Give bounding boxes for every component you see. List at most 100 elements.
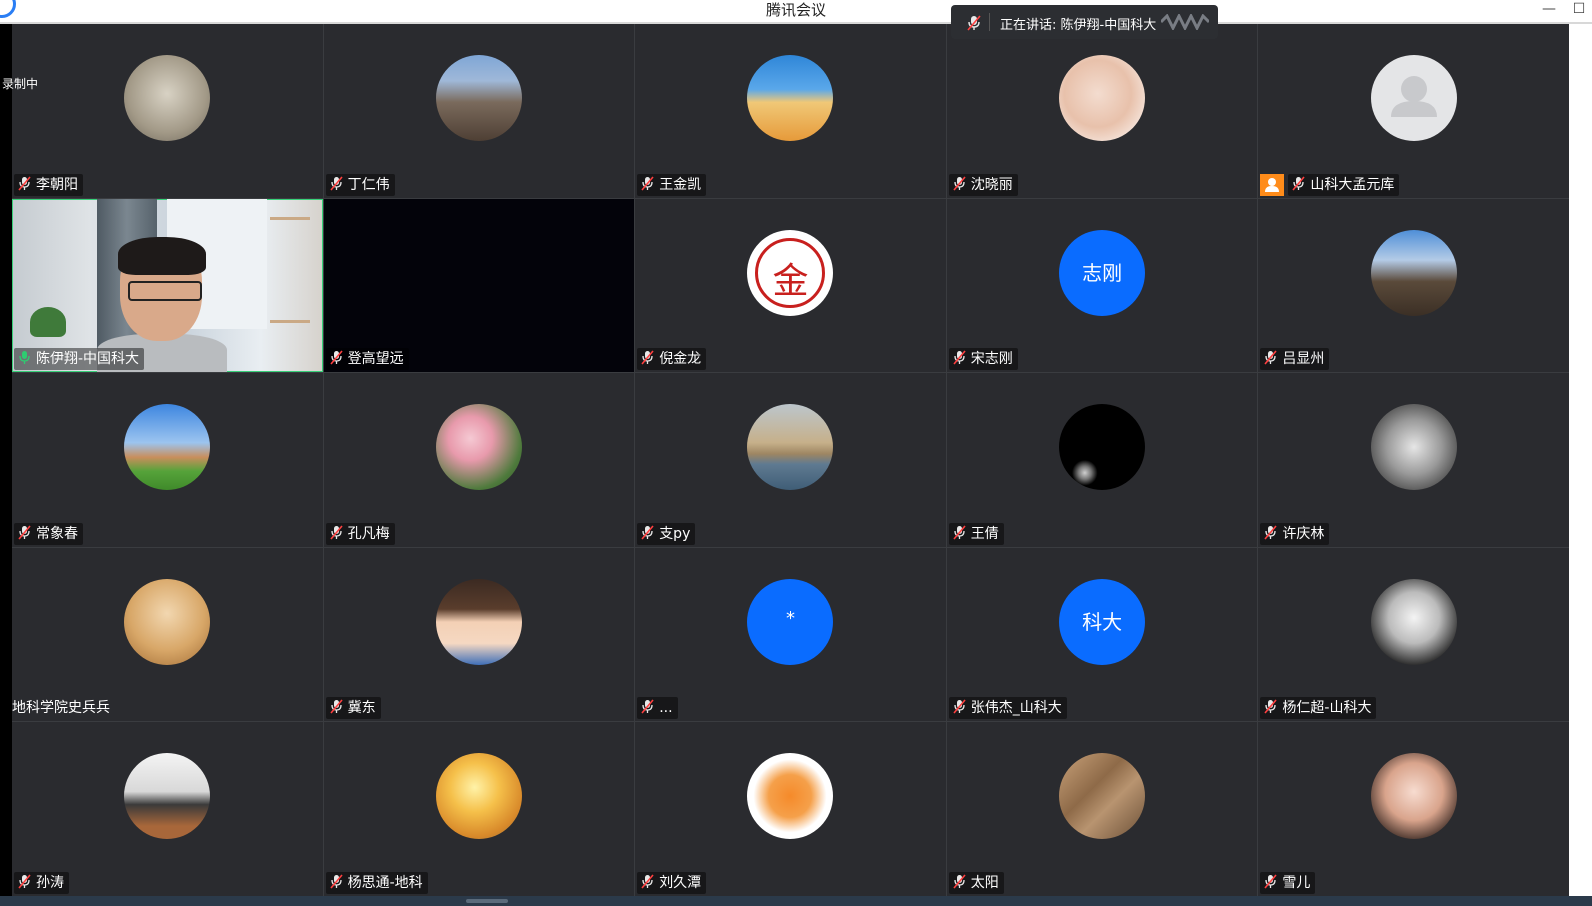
text-avatar: 志刚 [1059,229,1146,316]
title-bar: 腾讯会议 — ☐ [0,0,1592,24]
left-edge [0,24,12,896]
mic-muted-icon [641,874,654,889]
participant-nametag: 吕显州 [1260,348,1330,371]
participant-tile[interactable]: 王倩 [946,373,1258,547]
participant-name: 冀东 [347,700,376,717]
participant-tile[interactable]: 丁仁伟 [323,24,635,198]
recording-indicator: 录制中 [2,77,39,91]
participant-name: 张伟杰_山科大 [970,700,1062,717]
participant-tile[interactable]: 许庆林 [1258,373,1569,547]
participant-nametag: 雪儿 [1260,872,1316,894]
participant-name: 雪儿 [1282,875,1311,891]
participant-tile[interactable]: 地科学院史兵兵 [12,547,323,722]
participant-nametag: 王倩 [948,522,1004,545]
speaking-banner: 正在讲话: 陈伊翔-中国科大 [951,5,1218,39]
participant-name: 孙涛 [36,875,64,891]
participant-name: 孔凡梅 [347,525,390,542]
profile-photo-avatar [1059,753,1146,840]
right-edge [1569,24,1592,896]
participant-tile[interactable]: 王金凯 [635,24,946,198]
mic-muted-icon [18,874,31,889]
participant-tile[interactable]: 陈伊翔-中国科大 [12,198,323,373]
mic-muted-icon [329,176,343,191]
participant-name: 许庆林 [1282,525,1325,542]
participant-name: 王倩 [970,525,999,542]
audio-wave-icon [1161,14,1209,30]
mic-muted-icon [1264,874,1278,889]
participant-name: 倪金龙 [659,351,702,368]
video-person-glasses [128,280,202,301]
participant-nametag: 宋志刚 [948,348,1018,371]
participant-nametag: 杨仁超-山科大 [1260,697,1377,720]
participant-nametag: 支py [637,522,696,545]
participant-name: 太阳 [970,875,999,891]
participant-nametag: 倪金龙 [637,348,707,371]
participant-tile[interactable]: 杨思通-地科 [323,722,635,896]
participant-tile[interactable]: 科大张伟杰_山科大 [946,547,1258,722]
profile-photo-avatar [435,578,522,665]
participant-name: 杨仁超-山科大 [1282,700,1372,717]
participant-nametag: 冀东 [325,697,381,720]
participant-name: 沈晓丽 [970,176,1013,193]
participant-tile[interactable]: 沈晓丽 [946,24,1258,198]
participant-name: 刘久潭 [659,875,702,891]
profile-photo-avatar [1370,404,1457,491]
participant-nametag: 王金凯 [637,173,707,196]
participant-tile[interactable]: 孙涛 [12,722,323,896]
participant-tile[interactable]: 李朝阳 [12,24,323,198]
mic-muted-icon [18,176,31,191]
mic-muted-icon [1264,350,1278,365]
participant-tile[interactable]: 吕显州 [1258,198,1569,373]
participant-tile[interactable]: 雪儿 [1258,722,1569,896]
profile-photo-avatar [1059,404,1146,491]
participant-name: ... [659,700,673,717]
participant-tile[interactable]: 太阳 [946,722,1258,896]
participant-tile[interactable]: 志刚宋志刚 [946,198,1258,373]
participant-tile[interactable]: 登高望远 [323,198,635,373]
profile-photo-avatar [124,404,211,491]
mic-muted-icon [1264,525,1278,540]
profile-photo-avatar [1370,229,1457,316]
minimize-button[interactable]: — [1536,0,1562,20]
participant-name: 王金凯 [659,176,702,193]
maximize-button[interactable]: ☐ [1566,0,1592,20]
speaking-text: 正在讲话: 陈伊翔-中国科大 [1000,18,1157,33]
participant-tile[interactable]: 支py [635,373,946,547]
participant-name: 常象春 [36,525,78,542]
horizontal-scrollbar[interactable] [466,899,508,903]
window-title: 腾讯会议 [765,1,826,19]
participant-nametag: 丁仁伟 [325,173,395,196]
profile-photo-avatar [124,753,211,840]
mic-muted-icon [329,874,343,889]
participant-grid: 李朝阳 丁仁伟 王金凯 沈晓丽 山科大孟元库 陈伊翔-中国科大 登高望远金倪金龙 志刚 宋志刚吕… [12,24,1569,896]
participant-nametag: 陈伊翔-中国科大 [14,348,145,371]
participant-name: 陈伊翔-中国科大 [36,351,140,368]
profile-photo-avatar [747,404,834,491]
participant-tile[interactable]: 孔凡梅 [323,373,635,547]
participant-name: 登高望远 [347,351,404,368]
participant-tile[interactable]: *... [635,547,946,722]
participant-name: 丁仁伟 [347,176,390,193]
participant-tile[interactable]: 冀东 [323,547,635,722]
participant-name: 支py [659,525,691,542]
participant-tile[interactable]: 杨仁超-山科大 [1258,547,1569,722]
profile-photo-avatar [747,753,834,840]
profile-photo-avatar [1370,753,1457,840]
video-shelf [270,216,310,323]
participant-tile[interactable]: 金倪金龙 [635,198,946,373]
mic-muted-icon [1264,699,1278,714]
participant-name: 吕显州 [1282,351,1325,368]
participant-nametag: 常象春 [14,522,83,545]
mic-muted-icon [953,699,966,714]
participant-tile[interactable]: 常象春 [12,373,323,547]
participant-name: 杨思通-地科 [347,875,423,891]
mic-muted-icon [18,525,31,540]
participant-tile[interactable]: 山科大孟元库 [1258,24,1569,198]
text-avatar: * [747,578,834,665]
bottom-bar [0,896,1592,906]
text-avatar: 科大 [1059,578,1146,665]
participant-tile[interactable]: 刘久潭 [635,722,946,896]
video-plant [30,306,66,337]
participant-nametag: 孙涛 [14,872,69,894]
participant-nametag: 许庆林 [1260,522,1330,545]
